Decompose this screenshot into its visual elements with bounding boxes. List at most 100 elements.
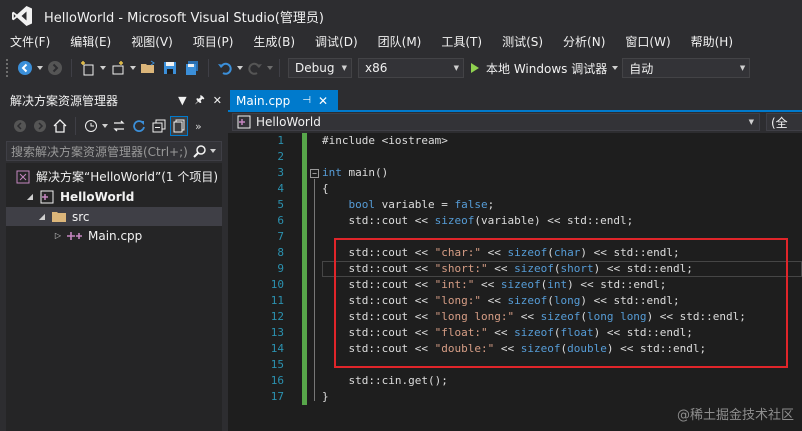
undo-icon[interactable] [215,58,235,78]
menu-edit[interactable]: 编辑(E) [64,32,117,53]
toolbar-separator [279,59,280,77]
tree-item-file[interactable]: ▷ Main.cpp [6,226,222,245]
line-number: 12 [270,310,284,323]
toolbar-grip[interactable] [6,59,10,77]
code-line: int main() [322,166,389,179]
tab-main-cpp[interactable]: Main.cpp ⊣ ✕ [230,90,338,111]
cpp-file-icon [67,229,83,243]
show-all-files-icon[interactable] [170,116,188,136]
back-dropdown-arrow-icon[interactable] [36,58,44,78]
member-scope-select[interactable]: (全 [766,113,802,131]
redo-icon[interactable] [245,58,265,78]
solution-explorer-search-input[interactable]: 搜索解决方案资源管理器(Ctrl+;) [6,141,222,161]
pending-changes-filter-icon[interactable] [82,116,100,136]
refresh-icon[interactable] [130,116,148,136]
solution-config-select[interactable]: Debug ▼ [288,58,352,78]
pin-tab-icon[interactable]: ⊣ [302,95,311,106]
pin-icon[interactable]: 🖈 [195,91,205,110]
sync-with-active-document-icon[interactable] [110,116,128,136]
project-scope-value: HelloWorld [256,115,321,129]
tree-item-label: Main.cpp [88,228,143,243]
line-number: 17 [270,390,284,403]
redo-dropdown-icon[interactable] [266,58,274,78]
collapse-all-icon[interactable] [150,116,168,136]
tree-item-label: HelloWorld [60,189,135,204]
change-tracking-bar [302,133,307,405]
tree-item-solution[interactable]: 解决方案“HelloWorld”(1 个项目) [6,167,222,186]
menu-debug[interactable]: 调试(D) [309,32,364,53]
menu-test[interactable]: 测试(S) [496,32,549,53]
chevron-down-icon: ▼ [748,118,754,126]
tab-label: Main.cpp [236,93,291,108]
search-icon[interactable] [193,144,217,158]
open-file-icon[interactable] [138,58,158,78]
menu-window[interactable]: 窗口(W) [619,32,676,53]
debug-mode-value: 自动 [629,61,654,76]
menu-tools[interactable]: 工具(T) [435,32,488,53]
visual-studio-logo-icon [0,0,44,32]
menu-build[interactable]: 生成(B) [247,32,301,53]
menu-project[interactable]: 项目(P) [187,32,240,53]
project-scope-select[interactable]: HelloWorld ▼ [232,113,760,131]
title-bar: HelloWorld - Microsoft Visual Studio(管理员… [0,0,802,32]
new-project-icon[interactable] [78,58,98,78]
tree-item-folder[interactable]: ◢ src [6,207,222,226]
expand-arrow-icon[interactable]: ◢ [24,192,36,201]
save-icon[interactable] [160,58,180,78]
close-icon[interactable]: ✕ [213,94,222,107]
navigate-back-icon[interactable] [15,58,35,78]
solution-explorer-toolbar: » [6,113,222,139]
code-editor[interactable]: 1 2 3 4 5 6 7 8 9 10 11 12 13 14 15 16 17 − #include <io… [228,133,802,431]
add-item-icon[interactable] [108,58,128,78]
line-number: 16 [270,374,284,387]
forward-icon[interactable] [31,116,49,136]
solution-explorer-title: 解决方案资源管理器 [10,93,119,108]
window-title: HelloWorld - Microsoft Visual Studio(管理员… [44,10,324,26]
line-number: 3 [277,166,284,179]
line-number: 4 [277,182,284,195]
collapse-arrow-icon[interactable]: ▷ [52,231,64,240]
debug-target-dropdown-icon[interactable] [611,58,619,78]
line-number: 1 [277,134,284,147]
save-all-icon[interactable] [182,58,202,78]
toolbar-separator [208,59,209,77]
solution-explorer-header: 解决方案资源管理器 ▼ 🖈 ✕ [6,90,222,110]
menu-file[interactable]: 文件(F) [4,32,56,53]
solution-icon [15,170,31,184]
play-icon [471,63,479,73]
solution-platform-select[interactable]: x86 ▼ [358,58,464,78]
navigate-forward-icon[interactable] [45,58,65,78]
menu-view[interactable]: 视图(V) [125,32,179,53]
add-item-dropdown-icon[interactable] [129,58,137,78]
close-tab-icon[interactable]: ✕ [318,94,328,108]
menu-help[interactable]: 帮助(H) [685,32,739,53]
new-project-dropdown-icon[interactable] [99,58,107,78]
home-icon[interactable] [51,116,69,136]
filter-dropdown-icon[interactable] [101,116,109,136]
overflow-chevron-icon[interactable]: » [195,120,202,133]
code-line: { [322,182,329,195]
folder-icon [51,210,67,224]
back-icon[interactable] [11,116,29,136]
watermark: @稀土掘金技术社区 [676,408,794,423]
line-number: 11 [270,294,284,307]
fold-toggle-icon[interactable]: − [310,169,319,178]
tree-item-label: 解决方案“HelloWorld”(1 个项目) [36,170,219,184]
menu-team[interactable]: 团队(M) [372,32,428,53]
tree-item-label: src [72,209,90,224]
document-tab-strip: Main.cpp ⊣ ✕ [228,88,802,111]
start-debugging-button[interactable]: 本地 Windows 调试器 [471,58,607,78]
tree-item-project[interactable]: ◢ HelloWorld [6,187,222,206]
code-line: bool variable = false; [348,198,495,211]
code-line: #include <iostream> [322,134,448,147]
line-number: 6 [277,214,284,227]
undo-dropdown-icon[interactable] [236,58,244,78]
debug-mode-select[interactable]: 自动 ▼ [622,58,751,78]
search-placeholder: 搜索解决方案资源管理器(Ctrl+;) [11,144,188,159]
chevron-down-icon: ▼ [739,64,746,72]
line-number: 14 [270,342,284,355]
menu-analyze[interactable]: 分析(N) [557,32,611,53]
expand-arrow-icon[interactable]: ◢ [36,212,48,221]
line-number: 15 [270,358,284,371]
window-position-dropdown-icon[interactable]: ▼ [178,94,186,107]
